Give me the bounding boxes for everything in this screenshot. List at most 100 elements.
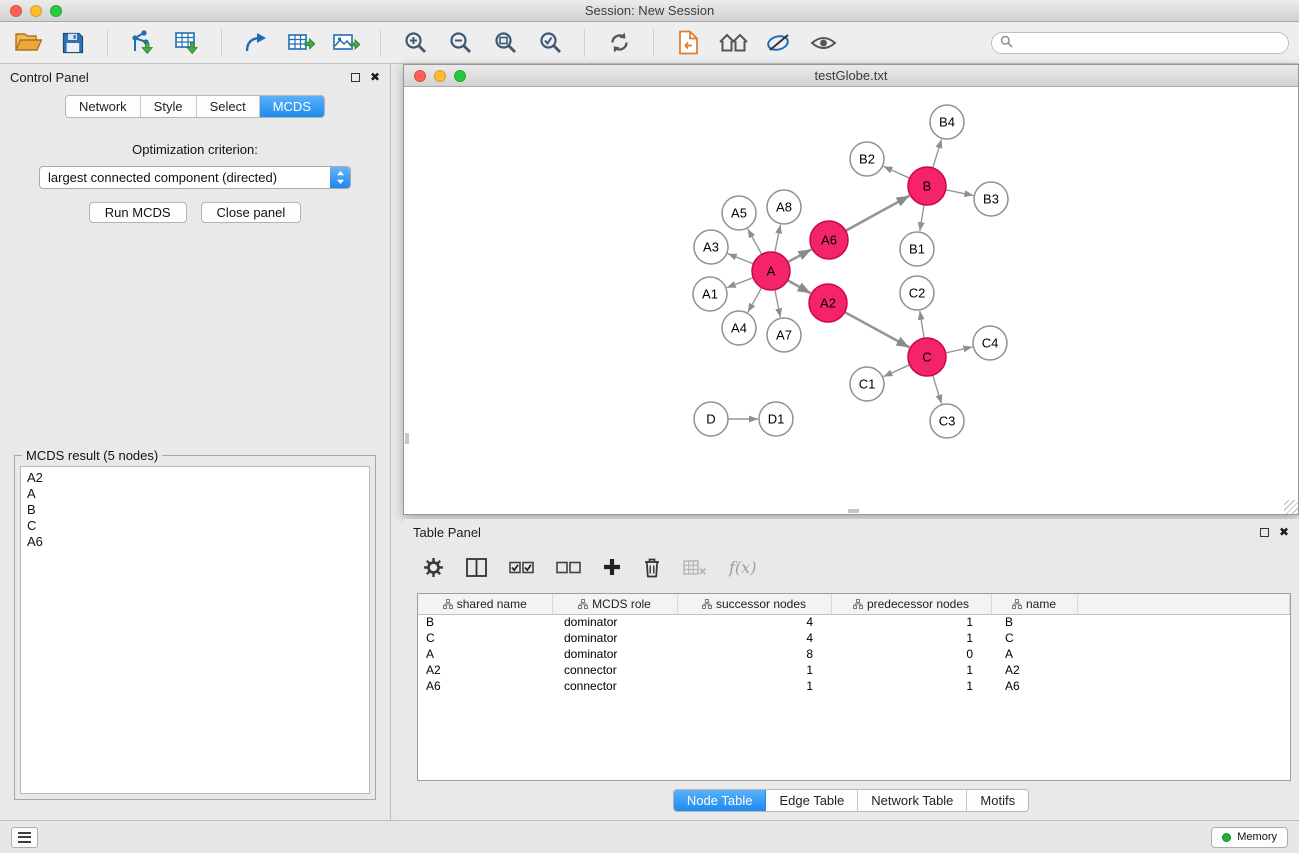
export-table-icon[interactable] xyxy=(283,26,319,60)
table-cell[interactable]: dominator xyxy=(552,614,677,630)
add-row-icon[interactable] xyxy=(603,558,621,576)
zoom-out-icon[interactable] xyxy=(442,26,478,60)
graph-node-C3[interactable]: C3 xyxy=(930,404,964,438)
graph-edge-C-C4[interactable] xyxy=(946,347,973,353)
close-panel-button[interactable]: Close panel xyxy=(201,202,302,223)
unselect-all-icon[interactable] xyxy=(556,561,581,574)
function-builder-icon[interactable]: f(x) xyxy=(729,558,756,577)
vertical-scroll-mark[interactable] xyxy=(405,433,409,444)
delete-column-icon[interactable] xyxy=(683,559,707,576)
table-cell[interactable]: 0 xyxy=(831,646,991,662)
export-image-icon[interactable] xyxy=(328,26,364,60)
tab-motifs[interactable]: Motifs xyxy=(967,790,1028,811)
save-session-icon[interactable] xyxy=(55,26,91,60)
table-cell[interactable]: A6 xyxy=(418,678,552,694)
open-file-icon[interactable] xyxy=(10,26,46,60)
graph-node-B4[interactable]: B4 xyxy=(930,105,964,139)
criterion-select[interactable]: largest connected component (directed) xyxy=(39,166,351,189)
network-graph[interactable]: B4B2BB3A8A5A6A3B1AC2A1A2A4A7C4CC1C3DD1 xyxy=(404,88,1298,516)
table-cell[interactable]: 4 xyxy=(677,630,831,646)
horizontal-scroll-mark[interactable] xyxy=(848,509,859,513)
graph-node-C4[interactable]: C4 xyxy=(973,326,1007,360)
graph-node-B2[interactable]: B2 xyxy=(850,142,884,176)
table-cell[interactable]: 1 xyxy=(831,662,991,678)
result-item[interactable]: A xyxy=(27,486,363,502)
graph-node-C[interactable]: C xyxy=(908,338,946,376)
graph-node-D1[interactable]: D1 xyxy=(759,402,793,436)
table-cell[interactable]: B xyxy=(418,614,552,630)
tab-network[interactable]: Network xyxy=(66,96,141,117)
float-panel-icon[interactable] xyxy=(351,73,360,82)
graph-edge-A-A1[interactable] xyxy=(727,278,753,288)
close-view-button[interactable] xyxy=(414,70,426,82)
select-all-icon[interactable] xyxy=(509,561,534,574)
column-header-successor-nodes[interactable]: successor nodes xyxy=(677,594,831,614)
memory-button[interactable]: Memory xyxy=(1211,827,1288,848)
delete-row-icon[interactable] xyxy=(643,557,661,578)
label-visibility-icon[interactable] xyxy=(760,26,796,60)
graph-node-B1[interactable]: B1 xyxy=(900,232,934,266)
minimize-window-button[interactable] xyxy=(30,5,42,17)
graph-edge-C-C2[interactable] xyxy=(920,311,924,338)
graph-node-A8[interactable]: A8 xyxy=(767,190,801,224)
tab-edge-table[interactable]: Edge Table xyxy=(766,790,858,811)
close-window-button[interactable] xyxy=(10,5,22,17)
table-cell[interactable]: A xyxy=(418,646,552,662)
table-cell[interactable]: 1 xyxy=(677,662,831,678)
run-mcds-button[interactable]: Run MCDS xyxy=(89,202,187,223)
graph-node-A5[interactable]: A5 xyxy=(722,196,756,230)
column-header-name[interactable]: name xyxy=(991,594,1077,614)
column-header-shared-name[interactable]: shared name xyxy=(418,594,552,614)
table-row[interactable]: A6connector11A6 xyxy=(418,678,1290,694)
graph-edge-A2-C[interactable] xyxy=(845,312,910,347)
tab-mcds[interactable]: MCDS xyxy=(260,96,324,117)
graph-edge-B-B2[interactable] xyxy=(883,166,909,178)
result-item[interactable]: C xyxy=(27,518,363,534)
table-row[interactable]: Adominator80A xyxy=(418,646,1290,662)
table-cell[interactable]: A2 xyxy=(991,662,1077,678)
close-panel-icon[interactable]: ✖ xyxy=(370,71,380,83)
graph-node-A2[interactable]: A2 xyxy=(809,284,847,322)
import-table-from-file-icon[interactable] xyxy=(169,26,205,60)
graph-edge-A-A5[interactable] xyxy=(748,229,762,255)
graph-node-A[interactable]: A xyxy=(752,252,790,290)
table-cell[interactable]: dominator xyxy=(552,646,677,662)
zoom-window-button[interactable] xyxy=(50,5,62,17)
graph-edge-A6-B[interactable] xyxy=(846,196,910,231)
graph-edge-A-A3[interactable] xyxy=(728,254,754,264)
home-icon[interactable] xyxy=(715,26,751,60)
tab-select[interactable]: Select xyxy=(197,96,260,117)
column-header-predecessor-nodes[interactable]: predecessor nodes xyxy=(831,594,991,614)
graph-node-A6[interactable]: A6 xyxy=(810,221,848,259)
open-session-document-icon[interactable] xyxy=(670,26,706,60)
graph-edge-C-C1[interactable] xyxy=(883,365,909,377)
table-cell[interactable]: 1 xyxy=(831,614,991,630)
graph-node-A4[interactable]: A4 xyxy=(722,311,756,345)
zoom-in-icon[interactable] xyxy=(397,26,433,60)
task-history-button[interactable] xyxy=(11,827,38,848)
table-cell[interactable]: 1 xyxy=(677,678,831,694)
zoom-view-button[interactable] xyxy=(454,70,466,82)
graph-node-D[interactable]: D xyxy=(694,402,728,436)
table-cell[interactable]: 4 xyxy=(677,614,831,630)
graph-node-A3[interactable]: A3 xyxy=(694,230,728,264)
eye-icon[interactable] xyxy=(805,26,841,60)
graph-edge-A-A2[interactable] xyxy=(788,280,811,293)
graph-edge-A-A7[interactable] xyxy=(775,290,781,318)
table-cell[interactable]: C xyxy=(418,630,552,646)
table-cell[interactable]: 1 xyxy=(831,678,991,694)
refresh-icon[interactable] xyxy=(601,26,637,60)
result-item[interactable]: B xyxy=(27,502,363,518)
table-row[interactable]: Bdominator41B xyxy=(418,614,1290,630)
column-header-MCDS-role[interactable]: MCDS role xyxy=(552,594,677,614)
graph-node-B3[interactable]: B3 xyxy=(974,182,1008,216)
resize-grip[interactable] xyxy=(1284,500,1298,514)
import-network-from-file-icon[interactable] xyxy=(124,26,160,60)
graph-edge-B-B4[interactable] xyxy=(933,139,942,168)
table-cell[interactable]: B xyxy=(991,614,1077,630)
zoom-fit-icon[interactable] xyxy=(487,26,523,60)
close-table-panel-icon[interactable]: ✖ xyxy=(1279,526,1289,538)
graph-node-C2[interactable]: C2 xyxy=(900,276,934,310)
table-cell[interactable]: 1 xyxy=(831,630,991,646)
graph-edge-A-A4[interactable] xyxy=(748,288,762,313)
